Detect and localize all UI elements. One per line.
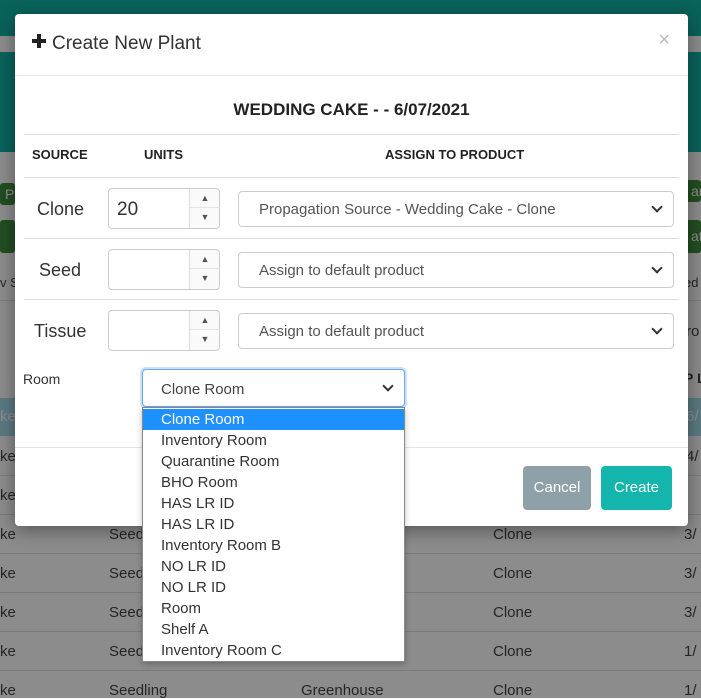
modal-header: Create New Plant × — [15, 14, 688, 76]
clone-units-input[interactable]: 20 ▲ ▼ — [108, 188, 220, 229]
close-icon[interactable]: × — [658, 30, 670, 50]
clone-product-select[interactable]: Propagation Source - Wedding Cake - Clon… — [238, 191, 674, 227]
units-spinner[interactable]: ▲ ▼ — [189, 250, 220, 289]
clone-product-value: Propagation Source - Wedding Cake - Clon… — [259, 201, 556, 218]
tissue-product-select[interactable]: Assign to default product — [238, 313, 674, 349]
room-option-no-lr-id[interactable]: NO LR ID — [143, 556, 404, 577]
seed-units-input[interactable]: ▲ ▼ — [108, 249, 220, 290]
cancel-button[interactable]: Cancel — [523, 466, 591, 510]
units-spinner[interactable]: ▲ ▼ — [189, 189, 220, 228]
room-option-has-lr-id[interactable]: HAS LR ID — [143, 493, 404, 514]
room-select-value: Clone Room — [161, 381, 245, 398]
table-top-divider — [24, 134, 679, 135]
plus-icon — [32, 34, 46, 48]
header-divider — [15, 75, 688, 76]
tissue-units-input[interactable]: ▲ ▼ — [108, 310, 220, 351]
room-option-inventory-room-b[interactable]: Inventory Room B — [143, 535, 404, 556]
decrement-icon[interactable]: ▼ — [190, 269, 220, 288]
source-label-seed: Seed — [39, 260, 82, 280]
increment-icon[interactable]: ▲ — [190, 250, 220, 269]
create-button[interactable]: Create — [601, 466, 672, 510]
room-option-has-lr-id-2[interactable]: HAS LR ID — [143, 514, 404, 535]
room-option-inventory-room-c[interactable]: Inventory Room C — [143, 640, 404, 661]
room-option-no-lr-id-2[interactable]: NO LR ID — [143, 577, 404, 598]
room-option-inventory-room[interactable]: Inventory Room — [143, 430, 404, 451]
room-label: Room — [23, 371, 61, 387]
header-row-divider — [24, 177, 679, 178]
row-divider — [24, 238, 679, 239]
decrement-icon[interactable]: ▼ — [190, 330, 220, 349]
row-divider — [24, 299, 679, 300]
seed-product-select[interactable]: Assign to default product — [238, 252, 674, 288]
chevron-down-icon — [651, 323, 663, 335]
room-select[interactable]: Clone Room — [142, 369, 405, 407]
room-option-shelf-a[interactable]: Shelf A — [143, 619, 404, 640]
modal-title: Create New Plant — [52, 33, 201, 54]
chevron-down-icon — [651, 201, 663, 213]
units-spinner[interactable]: ▲ ▼ — [189, 311, 220, 350]
increment-icon[interactable]: ▲ — [190, 189, 220, 208]
chevron-down-icon — [382, 380, 394, 392]
seed-product-value: Assign to default product — [259, 262, 425, 279]
column-header-units: UNITS — [144, 147, 183, 162]
column-header-assign-to-product: ASSIGN TO PRODUCT — [385, 147, 525, 162]
room-dropdown-list: Clone Room Inventory Room Quarantine Roo… — [142, 407, 405, 662]
column-header-source: SOURCE — [32, 147, 88, 162]
tissue-product-value: Assign to default product — [259, 323, 425, 340]
decrement-icon[interactable]: ▼ — [190, 208, 220, 227]
chevron-down-icon — [651, 262, 663, 274]
room-option-clone-room[interactable]: Clone Room — [143, 409, 404, 430]
source-label-tissue: Tissue — [34, 321, 87, 341]
source-label-clone: Clone — [37, 199, 85, 219]
clone-units-value: 20 — [117, 199, 139, 220]
increment-icon[interactable]: ▲ — [190, 311, 220, 330]
plant-subtitle: WEDDING CAKE - - 6/07/2021 — [233, 100, 470, 119]
room-option-bho-room[interactable]: BHO Room — [143, 472, 404, 493]
room-option-room[interactable]: Room — [143, 598, 404, 619]
room-option-quarantine-room[interactable]: Quarantine Room — [143, 451, 404, 472]
